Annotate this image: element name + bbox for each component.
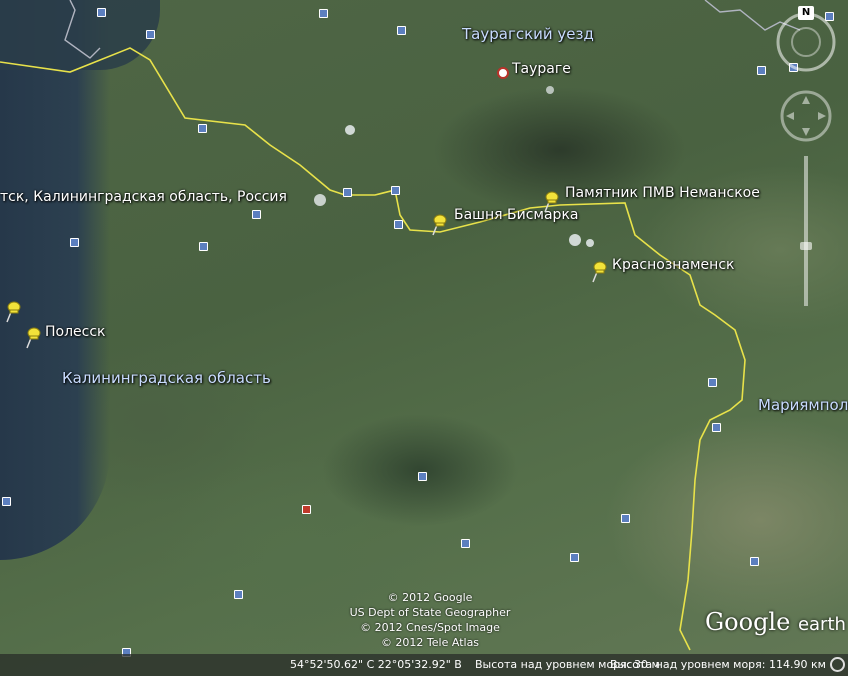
copyright-line: © 2012 Tele Atlas [380,636,480,649]
poi-icon[interactable] [712,423,721,432]
streaming-status-icon [830,657,845,672]
poi-icon[interactable] [391,186,400,195]
navigation-controls[interactable] [770,6,842,306]
poi-icon[interactable] [199,242,208,251]
coordinates-readout: 54°52'50.62" С 22°05'32.92" В [290,658,462,671]
poi-icon[interactable] [302,505,311,514]
poi-icon[interactable] [418,472,427,481]
logo-suffix: earth [797,614,846,635]
pushpin-icon[interactable] [428,211,448,237]
pushpin-icon[interactable] [2,298,22,324]
pushpin-icon[interactable] [540,188,560,214]
poi-icon[interactable] [621,514,630,523]
poi-icon[interactable] [70,238,79,247]
state-border-line [0,47,746,651]
place-label-baltiysk[interactable]: тск, Калининградская область, Россия [0,189,287,205]
compass-north-button[interactable]: N [798,6,814,20]
pushpin-icon[interactable] [588,258,608,284]
look-joystick-icon [780,90,832,142]
poi-icon[interactable] [397,26,406,35]
poi-icon[interactable] [570,553,579,562]
copyright-line: US Dept of State Geographer [349,606,511,619]
poi-icon[interactable] [343,188,352,197]
google-earth-logo: Google earth [705,608,846,636]
poi-icon[interactable] [750,557,759,566]
status-bar: 54°52'50.62" С 22°05'32.92" В Высота над… [0,654,848,676]
poi-icon[interactable] [757,66,766,75]
copyright-line: © 2012 Cnes/Spot Image [360,621,500,634]
poi-icon[interactable] [198,124,207,133]
poi-icon[interactable] [461,539,470,548]
compass-ring-icon [776,12,836,72]
copyright-block: © 2012 Google US Dept of State Geographe… [340,590,520,650]
city-label-taurage[interactable]: Таураге [512,61,571,77]
place-label-polessk[interactable]: Полесск [45,324,106,340]
map-view[interactable]: Таурагский уезд Таураге тск, Калининград… [0,0,848,676]
poi-icon[interactable] [394,220,403,229]
poi-icon[interactable] [234,590,243,599]
copyright-line: © 2012 Google [387,591,473,604]
place-label-krasnoznamensk[interactable]: Краснознаменск [612,257,734,273]
place-label-nemanskoe[interactable]: Памятник ПМВ Неманское [565,185,760,201]
city-marker-icon[interactable] [497,67,509,79]
poi-icon[interactable] [146,30,155,39]
poi-icon[interactable] [97,8,106,17]
zoom-slider-icon [800,156,812,306]
poi-icon[interactable] [319,9,328,18]
district-border-line [64,0,101,59]
pushpin-icon[interactable] [22,324,42,350]
map-overlay [0,0,801,651]
eye-altitude-readout: Высота над уровнем моря: 114.90 км [610,658,826,671]
poi-icon[interactable] [252,210,261,219]
poi-icon[interactable] [708,378,717,387]
region-label-kaliningrad: Калининградская область [62,369,271,387]
logo-main: Google [705,608,791,636]
region-label-mariampol: Мариямпол [758,396,848,414]
poi-icon[interactable] [2,497,11,506]
region-label-taurage: Таурагский уезд [462,25,594,43]
